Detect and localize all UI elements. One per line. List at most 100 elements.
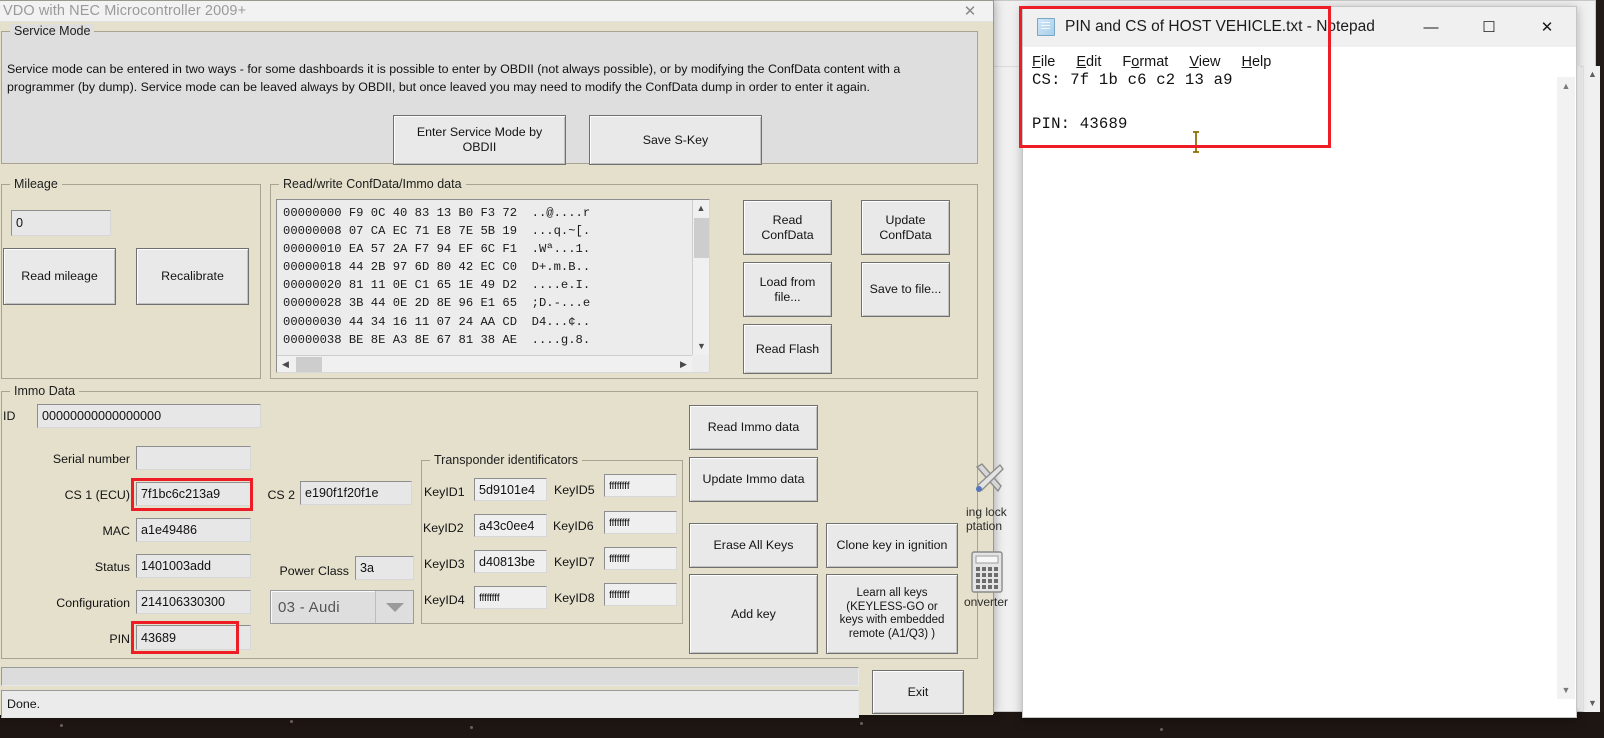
keyid4-input[interactable]: ffffffff bbox=[474, 586, 547, 609]
keyid5-label: KeyID5 bbox=[554, 483, 595, 497]
scroll-up-icon[interactable]: ▲ bbox=[1584, 66, 1601, 83]
hexdump-content: 00000000 F9 0C 40 83 13 B0 F3 72 ..@....… bbox=[283, 206, 591, 347]
progress-bar bbox=[1, 667, 859, 686]
vdo-client-area: Service Mode Service mode can be entered… bbox=[0, 22, 993, 718]
notepad-scrollbar[interactable]: ▲ ▼ bbox=[1557, 77, 1575, 699]
read-mileage-button[interactable]: Read mileage bbox=[3, 248, 116, 305]
background-scrollbar[interactable]: ▲ ▼ bbox=[1583, 66, 1600, 712]
keyid8-input[interactable]: ffffffff bbox=[604, 583, 677, 606]
serial-number-input[interactable] bbox=[136, 446, 251, 470]
scroll-thumb[interactable] bbox=[296, 356, 322, 372]
screen: ing lock ptation onverter ▲ ▼ VDO with N… bbox=[0, 0, 1604, 738]
keyid7-label: KeyID7 bbox=[554, 555, 595, 569]
minimize-icon[interactable]: — bbox=[1402, 7, 1460, 47]
close-icon[interactable]: ✕ bbox=[947, 1, 993, 22]
hexdump-horizontal-scrollbar[interactable]: ◀ ▶ bbox=[277, 355, 692, 372]
menu-help[interactable]: Help bbox=[1242, 54, 1272, 70]
update-confdata-button[interactable]: Update ConfData bbox=[861, 200, 950, 255]
load-from-file-button[interactable]: Load from file... bbox=[743, 262, 832, 317]
serial-number-label: Serial number bbox=[52, 452, 130, 466]
mileage-caption: Mileage bbox=[10, 177, 62, 191]
read-confdata-button[interactable]: Read ConfData bbox=[743, 200, 832, 255]
calculator-icon bbox=[970, 550, 1004, 594]
scroll-up-icon[interactable]: ▲ bbox=[693, 200, 709, 217]
immo-id-input[interactable]: 00000000000000000 bbox=[37, 404, 261, 428]
keyid1-label: KeyID1 bbox=[424, 485, 465, 499]
read-immo-data-button[interactable]: Read Immo data bbox=[689, 405, 818, 450]
maximize-icon[interactable]: ☐ bbox=[1460, 7, 1518, 47]
scroll-thumb[interactable] bbox=[694, 218, 709, 258]
hexdump-vertical-scrollbar[interactable]: ▲ ▼ bbox=[692, 200, 709, 355]
power-class-label: Power Class bbox=[279, 564, 349, 578]
keyid5-input[interactable]: ffffffff bbox=[604, 474, 677, 497]
notepad-titlebar[interactable]: PIN and CS of HOST VEHICLE.txt - Notepad… bbox=[1023, 7, 1576, 47]
brand-select-value: 03 - Audi bbox=[278, 598, 340, 616]
service-mode-description-line1: Service mode can be entered in two ways … bbox=[7, 62, 901, 76]
keyid3-input[interactable]: d40813be bbox=[474, 550, 547, 573]
close-icon[interactable]: ✕ bbox=[1518, 7, 1576, 47]
scroll-left-icon[interactable]: ◀ bbox=[277, 359, 294, 370]
add-key-button[interactable]: Add key bbox=[689, 574, 818, 654]
vdo-main-window[interactable]: VDO with NEC Microcontroller 2009+ ✕ Ser… bbox=[0, 0, 994, 718]
status-input[interactable]: 1401003add bbox=[136, 554, 251, 578]
notepad-window[interactable]: PIN and CS of HOST VEHICLE.txt - Notepad… bbox=[1022, 6, 1577, 718]
keyid1-input[interactable]: 5d9101e4 bbox=[474, 478, 547, 501]
cs1-input[interactable]: 7f1bc6c213a9 bbox=[136, 482, 251, 506]
learn-all-keys-button[interactable]: Learn all keys (KEYLESS-GO or keys with … bbox=[826, 574, 958, 654]
notepad-icon bbox=[1037, 18, 1055, 36]
scroll-down-icon[interactable]: ▼ bbox=[693, 338, 709, 355]
keyid3-label: KeyID3 bbox=[424, 557, 465, 571]
immo-id-label: ID bbox=[3, 409, 16, 423]
cs1-label: CS 1 (ECU) bbox=[64, 488, 130, 502]
notepad-window-title: PIN and CS of HOST VEHICLE.txt - Notepad bbox=[1065, 18, 1375, 35]
brand-select[interactable]: 03 - Audi bbox=[270, 590, 414, 624]
mac-label: MAC bbox=[102, 524, 130, 538]
keyid8-label: KeyID8 bbox=[554, 591, 595, 605]
scroll-up-icon[interactable]: ▲ bbox=[1557, 77, 1575, 95]
keyid7-input[interactable]: ffffffff bbox=[604, 547, 677, 570]
immo-data-caption: Immo Data bbox=[10, 384, 80, 398]
mileage-value-input[interactable]: 0 bbox=[11, 210, 111, 236]
pin-input[interactable]: 43689 bbox=[136, 625, 251, 650]
notepad-text-content[interactable]: CS: 7f 1b c6 c2 13 a9 PIN: 43689 bbox=[1032, 69, 1556, 697]
save-to-file-button[interactable]: Save to file... bbox=[861, 262, 950, 317]
service-mode-caption: Service Mode bbox=[10, 24, 95, 38]
chevron-down-icon[interactable] bbox=[375, 591, 413, 623]
keyid4-label: KeyID4 bbox=[424, 593, 465, 607]
menu-edit[interactable]: Edit bbox=[1076, 54, 1101, 70]
menu-view[interactable]: View bbox=[1189, 54, 1220, 70]
clone-key-in-ignition-button[interactable]: Clone key in ignition bbox=[826, 523, 958, 568]
vdo-titlebar[interactable]: VDO with NEC Microcontroller 2009+ ✕ bbox=[0, 1, 993, 22]
service-mode-description-line2: programmer (by dump). Service mode can b… bbox=[7, 80, 870, 94]
status-text: Done. bbox=[1, 690, 859, 718]
menu-file[interactable]: File bbox=[1032, 54, 1055, 70]
mac-input[interactable]: a1e49486 bbox=[136, 518, 251, 542]
hexdump-view[interactable]: 00000000 F9 0C 40 83 13 B0 F3 72 ..@....… bbox=[276, 199, 710, 373]
read-flash-button[interactable]: Read Flash bbox=[743, 324, 832, 374]
confdata-caption: Read/write ConfData/Immo data bbox=[279, 177, 466, 191]
recalibrate-button[interactable]: Recalibrate bbox=[136, 248, 249, 305]
menu-format[interactable]: Format bbox=[1122, 54, 1168, 70]
cs2-input[interactable]: e190f1f20f1e bbox=[300, 481, 412, 505]
scroll-down-icon[interactable]: ▼ bbox=[1557, 681, 1575, 699]
keyid6-label: KeyID6 bbox=[553, 519, 594, 533]
wrench-screwdriver-icon bbox=[970, 458, 1010, 498]
transponder-caption: Transponder identificators bbox=[430, 453, 583, 467]
exit-button[interactable]: Exit bbox=[872, 670, 964, 714]
update-immo-data-button[interactable]: Update Immo data bbox=[689, 457, 818, 502]
text-cursor-icon bbox=[1191, 131, 1201, 153]
scroll-right-icon[interactable]: ▶ bbox=[675, 359, 692, 370]
configuration-label: Configuration bbox=[56, 596, 130, 610]
enter-service-mode-button[interactable]: Enter Service Mode by OBDII bbox=[393, 115, 566, 165]
erase-all-keys-button[interactable]: Erase All Keys bbox=[689, 523, 818, 568]
keyid2-input[interactable]: a43c0ee4 bbox=[474, 514, 547, 537]
power-class-input[interactable]: 3a bbox=[355, 556, 414, 580]
save-skey-button[interactable]: Save S-Key bbox=[589, 115, 762, 165]
notepad-window-controls[interactable]: — ☐ ✕ bbox=[1402, 7, 1576, 47]
keyid2-label: KeyID2 bbox=[423, 521, 464, 535]
configuration-input[interactable]: 214106330300 bbox=[136, 590, 251, 614]
vdo-window-title: VDO with NEC Microcontroller 2009+ bbox=[3, 3, 247, 19]
keyid6-input[interactable]: ffffffff bbox=[604, 511, 677, 534]
status-label: Status bbox=[94, 560, 130, 574]
scroll-down-icon[interactable]: ▼ bbox=[1584, 695, 1601, 712]
